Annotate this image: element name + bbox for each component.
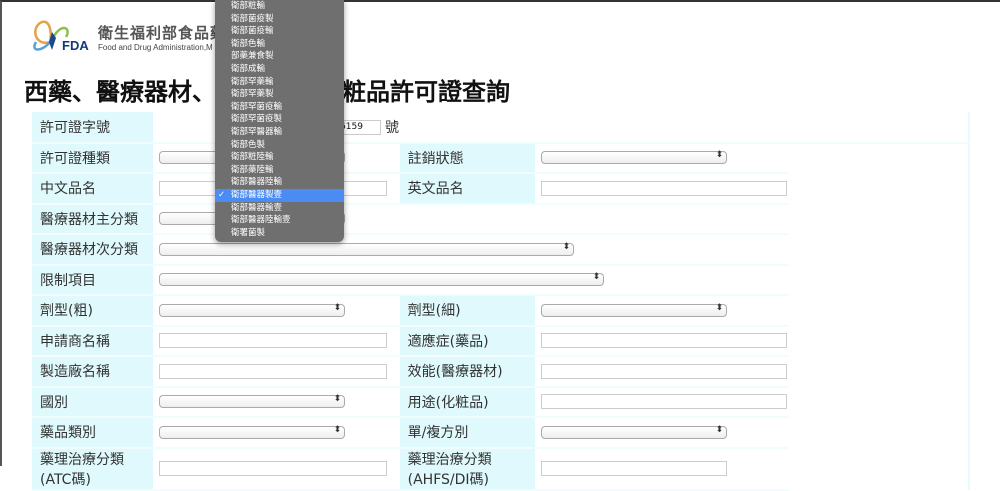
dropdown-option[interactable]: 衛部罕藥製	[215, 88, 344, 101]
label-dosage-form-coarse: 劑型(粗)	[32, 295, 154, 327]
label-chinese-name: 中文品名	[32, 173, 154, 205]
label-dosage-form-fine: 劑型(細)	[399, 295, 536, 327]
dropdown-option[interactable]: 衛部罕菌疫輸	[215, 101, 344, 114]
label-ahfs-code: 藥理治療分類(AHFS/DI碼)	[399, 447, 536, 491]
english-name-input[interactable]	[541, 180, 788, 196]
label-applicant: 申請商名稱	[32, 325, 154, 357]
dropdown-option[interactable]: 衛部色製	[215, 139, 344, 152]
dropdown-option[interactable]: 衛部菌疫製	[215, 13, 344, 26]
label-license-type: 許可證種類	[32, 142, 154, 174]
label-indication: 適應症(藥品)	[399, 325, 536, 357]
dosage-form-fine-select[interactable]	[541, 303, 728, 317]
label-restriction: 限制項目	[32, 264, 154, 296]
label-efficacy: 效能(醫療器材)	[399, 356, 536, 388]
dropdown-option[interactable]: 衛部色輸	[215, 38, 344, 51]
num-suffix-label: 號	[385, 119, 400, 136]
dropdown-option[interactable]: 衛部醫器製壹	[215, 188, 344, 202]
dropdown-option[interactable]: 部藥兼食製	[215, 50, 344, 63]
device-sub-class-select[interactable]	[159, 242, 575, 256]
form-row-license-no: 許可證字號 字 第 006159 號	[32, 112, 969, 144]
country-select[interactable]	[159, 394, 346, 409]
dropdown-option[interactable]: 衛部成輸	[215, 63, 344, 76]
ahfs-code-input[interactable]	[541, 461, 728, 476]
page-title-part1: 西藥、醫療器材、	[24, 78, 216, 106]
label-usage: 用途(化粧品)	[399, 386, 536, 418]
license-char-dropdown-menu[interactable]: 衛部粧輸 衛部菌疫製 衛部菌疫輸 衛部色輸 部藥兼食製 衛部成輸 衛部罕藥輸 衛部罕藥製 衛部罕…	[215, 0, 344, 242]
dropdown-option[interactable]: 衛部粧輸	[215, 0, 344, 13]
efficacy-input[interactable]	[541, 363, 788, 379]
cancel-status-select[interactable]	[541, 150, 728, 165]
label-manufacturer: 製造廠名稱	[32, 356, 154, 388]
search-form: 許可證字號 字 第 006159 號 許可證種類 註銷狀態 中文品名 英文品名 醫療…	[32, 112, 970, 491]
dropdown-option[interactable]: 衛部醫器輸壹	[215, 202, 344, 215]
label-country: 國別	[32, 386, 154, 418]
dropdown-option[interactable]: 衛部粧陸輸	[215, 151, 344, 164]
applicant-input[interactable]	[159, 333, 388, 349]
logo-fda-text: FDA	[62, 38, 89, 53]
dropdown-option[interactable]: 衛部罕醫器輸	[215, 126, 344, 139]
dropdown-option[interactable]: 衛部菌疫輸	[215, 25, 344, 38]
dropdown-option[interactable]: 衛署菌製	[215, 227, 344, 240]
dropdown-option[interactable]: 衛部醫器陸輸壹	[215, 214, 344, 227]
label-drug-category: 藥品類別	[32, 417, 154, 449]
label-device-main-class: 醫療器材主分類	[32, 203, 154, 235]
label-device-sub-class: 醫療器材次分類	[32, 234, 154, 266]
dropdown-option[interactable]: 衛部罕菌疫製	[215, 113, 344, 126]
label-license-no: 許可證字號	[32, 112, 154, 144]
usage-input[interactable]	[541, 394, 788, 410]
logo-chinese-name: 衛生福利部食品藥	[98, 24, 227, 42]
dropdown-option[interactable]: 衛部藥陸輸	[215, 164, 344, 177]
single-compound-select[interactable]	[541, 425, 728, 439]
atc-code-input[interactable]	[159, 461, 388, 476]
indication-input[interactable]	[541, 333, 788, 349]
label-atc-code: 藥理治療分類(ATC碼)	[32, 447, 154, 491]
manufacturer-input[interactable]	[159, 363, 388, 379]
dropdown-option[interactable]: 衛部醫器陸輸	[215, 176, 344, 189]
page-title: 西藥、醫療器材、 粧品許可證查詢	[24, 72, 510, 107]
label-cancel-status: 註銷狀態	[399, 142, 536, 174]
dosage-form-coarse-select[interactable]	[159, 303, 346, 317]
dropdown-option[interactable]: 衛部罕藥輸	[215, 76, 344, 89]
logo-english-name: Food and Drug Administration,M	[98, 43, 213, 52]
label-single-compound: 單/複方別	[399, 417, 536, 449]
label-english-name: 英文品名	[399, 173, 536, 205]
page-title-part2: 粧品許可證查詢	[342, 78, 510, 106]
restriction-select[interactable]	[159, 272, 605, 287]
drug-category-select[interactable]	[159, 425, 346, 439]
